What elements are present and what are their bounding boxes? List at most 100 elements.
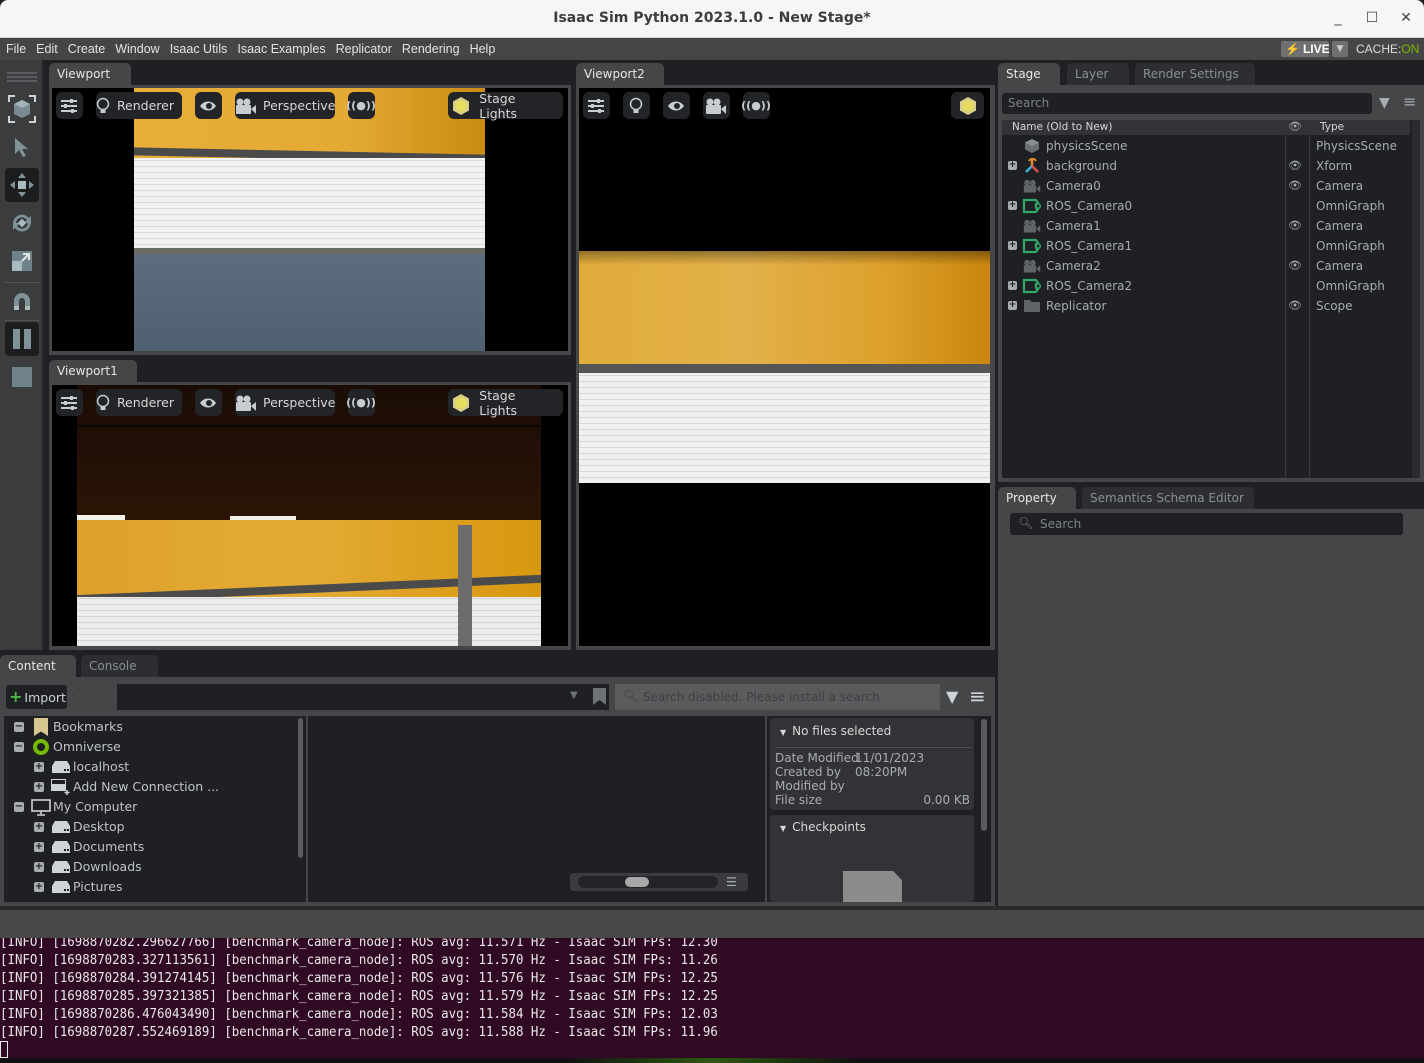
broadcast-button[interactable]: ((●)) xyxy=(346,92,376,119)
menu-create[interactable]: Create xyxy=(62,42,110,56)
tab-property[interactable]: Property xyxy=(998,487,1076,509)
live-dropdown-button[interactable]: ▼ xyxy=(1332,41,1348,57)
live-button[interactable]: ⚡ LIVE xyxy=(1281,41,1330,57)
tab-layer[interactable]: Layer xyxy=(1067,63,1129,85)
path-input[interactable] xyxy=(117,684,609,710)
tree-item[interactable]: + Desktop xyxy=(4,817,294,837)
tree-item[interactable]: − Omniverse xyxy=(4,737,294,757)
camera-perspective-button[interactable]: Perspective xyxy=(235,92,335,119)
visibility-eye-icon[interactable]: 👁 xyxy=(1288,256,1302,276)
menu-edit[interactable]: Edit xyxy=(30,42,62,56)
tree-item[interactable]: + Add New Connection ... xyxy=(4,777,294,797)
expand-icon[interactable]: + xyxy=(34,882,44,892)
collapse-icon[interactable]: − xyxy=(14,802,24,812)
stage-row[interactable]: + ROS_Camera1 OmniGraph xyxy=(1002,236,1422,256)
menu-replicator[interactable]: Replicator xyxy=(330,42,396,56)
forward-button[interactable]: › xyxy=(101,688,107,704)
renderer-button[interactable]: Renderer xyxy=(96,92,182,119)
stage-row[interactable]: + ROS_Camera2 OmniGraph xyxy=(1002,276,1422,296)
tree-item[interactable]: + Downloads xyxy=(4,857,294,877)
tree-item[interactable]: − Bookmarks xyxy=(4,717,294,737)
stage-search-input[interactable]: Search xyxy=(1002,93,1372,114)
viewport-settings-button[interactable] xyxy=(56,92,83,119)
viewport2-stage-lights-button[interactable] xyxy=(951,92,984,119)
stage-row[interactable]: Camera2 👁 Camera xyxy=(1002,256,1422,276)
expand-icon[interactable]: + xyxy=(34,762,44,772)
tab-viewport1[interactable]: Viewport1 xyxy=(49,360,137,382)
tree-item[interactable]: + Documents xyxy=(4,837,294,857)
expand-icon[interactable]: + xyxy=(34,862,44,872)
expand-icon[interactable]: + xyxy=(1008,161,1017,170)
visibility-eye-icon[interactable]: 👁 xyxy=(1288,156,1302,176)
viewport2-settings-button[interactable] xyxy=(583,92,610,119)
terminal-output[interactable]: [INFO] [1698870282.296627766] [benchmark… xyxy=(0,938,1424,1058)
expand-icon[interactable]: + xyxy=(1008,201,1017,210)
import-button[interactable]: + Import xyxy=(6,685,67,709)
tab-console[interactable]: Console xyxy=(81,655,158,677)
expand-icon[interactable]: + xyxy=(1008,281,1017,290)
menu-isaac-utils[interactable]: Isaac Utils xyxy=(164,42,232,56)
stage-lights-button[interactable]: Stage Lights xyxy=(448,91,563,121)
tree-item[interactable]: + Pictures xyxy=(4,877,294,897)
expand-icon[interactable]: + xyxy=(34,822,44,832)
tab-semantics-schema-editor[interactable]: Semantics Schema Editor xyxy=(1082,487,1254,509)
back-button[interactable]: ‹ xyxy=(77,688,83,704)
scale-icon[interactable] xyxy=(5,244,39,278)
viewport1-renderer-button[interactable]: Renderer xyxy=(96,389,182,416)
details-header[interactable]: ▼ No files selected xyxy=(780,724,891,738)
rotate-icon[interactable] xyxy=(5,206,39,240)
expand-icon[interactable]: + xyxy=(34,782,44,792)
stop-icon[interactable] xyxy=(5,360,39,394)
visibility-eye-icon[interactable]: 👁 xyxy=(1288,216,1302,236)
viewport-canvas[interactable] xyxy=(52,88,568,351)
filter-icon[interactable]: ▼ xyxy=(946,687,958,706)
hamburger-menu-icon[interactable]: ≡ xyxy=(1403,92,1416,111)
stage-row[interactable]: + ROS_Camera0 OmniGraph xyxy=(1002,196,1422,216)
close-button[interactable]: ✕ xyxy=(1396,8,1416,28)
column-header-type[interactable]: Type xyxy=(1320,121,1344,133)
grid-zoom-slider[interactable] xyxy=(578,876,718,888)
expand-icon[interactable]: + xyxy=(1008,241,1017,250)
collapse-icon[interactable]: − xyxy=(14,722,24,732)
viewport1-stage-lights-button[interactable]: Stage Lights xyxy=(448,388,563,418)
menu-window[interactable]: Window xyxy=(109,42,163,56)
viewport2-visibility-button[interactable] xyxy=(663,92,690,119)
path-dropdown-icon[interactable]: ▼ xyxy=(570,690,578,701)
tab-content[interactable]: Content xyxy=(0,655,76,677)
menu-help[interactable]: Help xyxy=(464,42,500,56)
viewport2-canvas[interactable] xyxy=(579,88,990,646)
tab-viewport[interactable]: Viewport xyxy=(49,63,131,85)
tab-render-settings[interactable]: Render Settings xyxy=(1135,63,1255,85)
column-header-name[interactable]: Name (Old to New) xyxy=(1012,121,1112,133)
tree-item[interactable]: + localhost xyxy=(4,757,294,777)
viewport1-canvas[interactable] xyxy=(52,385,568,646)
menu-isaac-examples[interactable]: Isaac Examples xyxy=(231,42,329,56)
visibility-button[interactable] xyxy=(195,92,222,119)
column-header-visibility-eye-icon[interactable]: 👁 xyxy=(1288,120,1302,133)
viewport1-settings-button[interactable] xyxy=(56,389,83,416)
filter-icon[interactable]: ▼ xyxy=(1379,95,1390,111)
stage-row[interactable]: Camera0 👁 Camera xyxy=(1002,176,1422,196)
stage-row[interactable]: + Replicator 👁 Scope xyxy=(1002,296,1422,316)
select-arrow-icon[interactable] xyxy=(5,130,39,164)
viewport2-renderer-button[interactable] xyxy=(623,92,650,119)
visibility-eye-icon[interactable]: 👁 xyxy=(1288,176,1302,196)
stage-row[interactable]: + background 👁 Xform xyxy=(1002,156,1422,176)
expand-icon[interactable]: + xyxy=(1008,301,1017,310)
move-icon[interactable] xyxy=(5,168,39,202)
expand-icon[interactable]: + xyxy=(34,842,44,852)
list-view-icon[interactable]: ☰ xyxy=(726,876,737,888)
visibility-eye-icon[interactable]: 👁 xyxy=(1288,296,1302,316)
tree-item[interactable]: − My Computer xyxy=(4,797,294,817)
tab-stage[interactable]: Stage xyxy=(998,63,1060,85)
slider-thumb[interactable] xyxy=(625,877,649,887)
stage-row[interactable]: Camera1 👁 Camera xyxy=(1002,216,1422,236)
pause-icon[interactable] xyxy=(5,322,39,356)
minimize-button[interactable]: _ xyxy=(1328,8,1348,28)
menu-rendering[interactable]: Rendering xyxy=(396,42,464,56)
hamburger-menu-icon[interactable]: ≡ xyxy=(969,684,986,708)
viewport2-broadcast-button[interactable]: ((●)) xyxy=(741,92,771,119)
checkpoints-header[interactable]: ▼ Checkpoints xyxy=(780,820,866,834)
viewport1-visibility-button[interactable] xyxy=(195,389,222,416)
maximize-button[interactable]: ☐ xyxy=(1362,8,1382,28)
